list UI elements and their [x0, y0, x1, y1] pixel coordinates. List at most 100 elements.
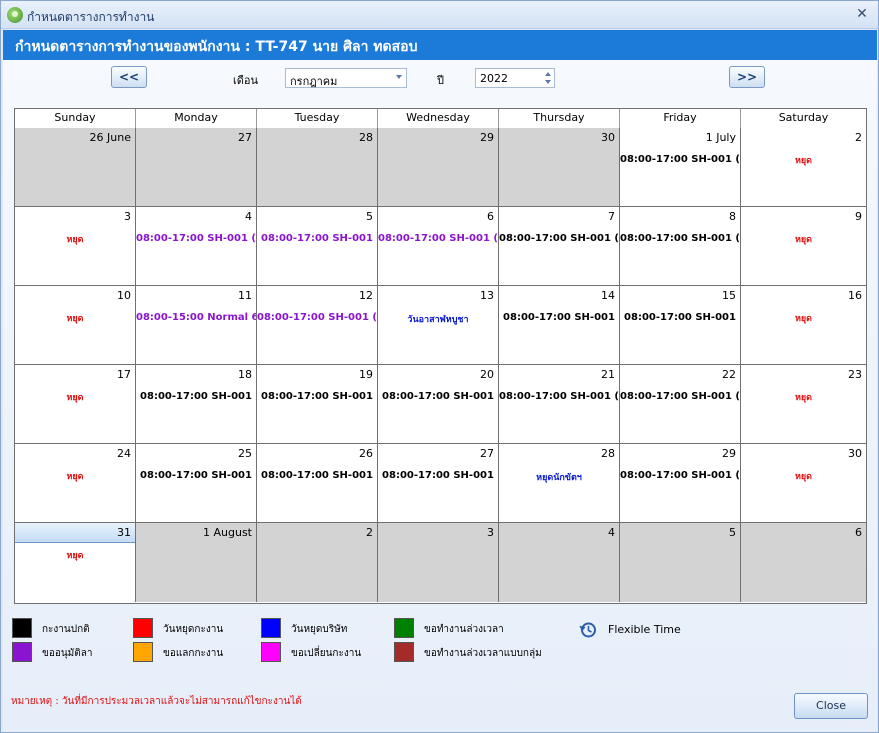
day-number: 9: [855, 210, 862, 223]
legend-label: ขอทำงานล่วงเวลา: [424, 624, 504, 635]
year-spinner[interactable]: 2022: [475, 68, 555, 88]
calendar-day-cell[interactable]: 11 08:00-15:00 Normal 6: [136, 286, 257, 365]
shift-label: วันอาสาฬหบูชา: [407, 315, 469, 325]
shift-label: หยุด: [794, 314, 813, 324]
day-number: 21: [601, 368, 615, 381]
calendar-day-cell[interactable]: 25 08:00-17:00 SH-001: [136, 444, 257, 523]
calendar-day-cell[interactable]: 9 หยุด: [741, 207, 866, 286]
shift-label: 08:00-17:00 SH-001: [382, 470, 494, 481]
calendar-day-cell[interactable]: 6 08:00-17:00 SH-001 (: [378, 207, 499, 286]
shift-label: 08:00-17:00 SH-001: [382, 391, 494, 402]
calendar-day-cell[interactable]: 19 08:00-17:00 SH-001: [257, 365, 378, 444]
calendar-day-cell[interactable]: 4: [499, 523, 620, 602]
spin-down-icon[interactable]: [545, 80, 551, 84]
day-number: 8: [729, 210, 736, 223]
prev-month-button[interactable]: <<: [111, 66, 147, 88]
calendar-day-cell[interactable]: 21 08:00-17:00 SH-001 (: [499, 365, 620, 444]
legend-swatch: [394, 642, 414, 662]
calendar-day-cell[interactable]: 13 วันอาสาฬหบูชา: [378, 286, 499, 365]
day-number: 31: [117, 526, 131, 539]
calendar-day-cell[interactable]: 31 หยุด: [15, 523, 136, 602]
calendar-day-cell[interactable]: 2: [257, 523, 378, 602]
calendar-day-cell[interactable]: 3: [378, 523, 499, 602]
calendar-day-cell[interactable]: 14 08:00-17:00 SH-001: [499, 286, 620, 365]
day-number: 29: [480, 131, 494, 144]
calendar-day-cell[interactable]: 5: [620, 523, 741, 602]
shift-label: หยุด: [794, 156, 813, 166]
schedule-window: กำหนดตารางการทำงาน ✕ กำหนดตารางการทำงานข…: [0, 0, 879, 733]
next-month-button[interactable]: >>: [729, 66, 765, 88]
shift-label: 08:00-17:00 SH-001 (: [378, 233, 498, 244]
calendar-day-cell[interactable]: 27 08:00-17:00 SH-001: [378, 444, 499, 523]
day-number: 24: [117, 447, 131, 460]
legend-label: ขอแลกกะงาน: [163, 648, 224, 659]
title-bar: กำหนดตารางการทำงาน ✕: [1, 1, 878, 29]
legend-label: ขอทำงานล่วงเวลาแบบกลุ่ม: [424, 648, 542, 659]
calendar-day-cell[interactable]: 20 08:00-17:00 SH-001: [378, 365, 499, 444]
day-number: 11: [238, 289, 252, 302]
calendar-day-cell[interactable]: 1 July 08:00-17:00 SH-001 (: [620, 128, 741, 207]
calendar-day-cell[interactable]: 24 หยุด: [15, 444, 136, 523]
calendar-day-cell[interactable]: 29 08:00-17:00 SH-001 (: [620, 444, 741, 523]
calendar-day-cell[interactable]: 28: [257, 128, 378, 207]
legend-label: ขออนุมัติลา: [42, 648, 93, 659]
day-number: 19: [359, 368, 373, 381]
calendar-day-cell[interactable]: 6: [741, 523, 866, 602]
weekday-header-wednesday: Wednesday: [378, 109, 499, 128]
day-number: 28: [359, 131, 373, 144]
calendar-day-cell[interactable]: 8 08:00-17:00 SH-001 (: [620, 207, 741, 286]
shift-label: หยุด: [66, 235, 84, 245]
calendar-day-cell[interactable]: 1 August: [136, 523, 257, 602]
calendar-day-cell[interactable]: 7 08:00-17:00 SH-001 (: [499, 207, 620, 286]
calendar-day-cell[interactable]: 4 08:00-17:00 SH-001 (: [136, 207, 257, 286]
shift-label: หยุด: [66, 393, 84, 403]
day-number: 16: [848, 289, 862, 302]
day-number: 12: [359, 289, 373, 302]
shift-label: 08:00-17:00 SH-001: [261, 391, 373, 402]
day-number: 5: [729, 526, 736, 539]
legend-label: วันหยุดกะงาน: [163, 624, 224, 635]
shift-label: 08:00-17:00 SH-001: [261, 233, 373, 244]
day-number: 14: [601, 289, 615, 302]
main-content: << เดือน กรกฎาคม ปี 2022 >> Sunday Monday…: [3, 60, 877, 732]
calendar-day-cell[interactable]: 18 08:00-17:00 SH-001: [136, 365, 257, 444]
calendar-day-cell[interactable]: 2 หยุด: [741, 128, 866, 207]
calendar-day-cell[interactable]: 15 08:00-17:00 SH-001: [620, 286, 741, 365]
calendar-day-cell[interactable]: 29: [378, 128, 499, 207]
calendar-day-cell[interactable]: 16 หยุด: [741, 286, 866, 365]
calendar-day-cell[interactable]: 23 หยุด: [741, 365, 866, 444]
shift-label: 08:00-17:00 SH-001 (: [620, 391, 740, 402]
day-number: 23: [848, 368, 862, 381]
close-icon[interactable]: ✕: [854, 6, 870, 22]
day-number: 22: [722, 368, 736, 381]
day-number: 20: [480, 368, 494, 381]
calendar-day-cell[interactable]: 26 June: [15, 128, 136, 207]
legend-label: ขอเปลี่ยนกะงาน: [291, 648, 362, 659]
year-spinner-value: 2022: [480, 72, 508, 85]
spin-up-icon[interactable]: [545, 72, 551, 76]
day-number: 26 June: [89, 131, 131, 144]
month-select[interactable]: กรกฎาคม: [285, 68, 407, 88]
calendar-day-cell[interactable]: 3 หยุด: [15, 207, 136, 286]
calendar-day-cell[interactable]: 22 08:00-17:00 SH-001 (: [620, 365, 741, 444]
flexible-time-label: Flexible Time: [608, 623, 681, 636]
calendar-day-cell[interactable]: 26 08:00-17:00 SH-001: [257, 444, 378, 523]
calendar-day-cell[interactable]: 5 08:00-17:00 SH-001: [257, 207, 378, 286]
calendar-day-cell[interactable]: 30 หยุด: [741, 444, 866, 523]
month-select-value: กรกฎาคม: [290, 75, 338, 88]
legend-swatch: [133, 642, 153, 662]
day-number: 18: [238, 368, 252, 381]
calendar-day-cell[interactable]: 12 08:00-17:00 SH-001 (: [257, 286, 378, 365]
shift-label: 08:00-17:00 SH-001: [140, 391, 252, 402]
calendar-day-cell[interactable]: 30: [499, 128, 620, 207]
calendar-day-cell[interactable]: 10 หยุด: [15, 286, 136, 365]
calendar-day-cell[interactable]: 27: [136, 128, 257, 207]
close-button[interactable]: Close: [794, 693, 868, 719]
day-number: 26: [359, 447, 373, 460]
day-number: 2: [366, 526, 373, 539]
shift-label: หยุด: [66, 314, 84, 324]
weekday-header-sunday: Sunday: [15, 109, 136, 128]
calendar-day-cell[interactable]: 28 หยุดนักขัตฯ: [499, 444, 620, 523]
calendar-day-cell[interactable]: 17 หยุด: [15, 365, 136, 444]
legend-swatch: [394, 618, 414, 638]
